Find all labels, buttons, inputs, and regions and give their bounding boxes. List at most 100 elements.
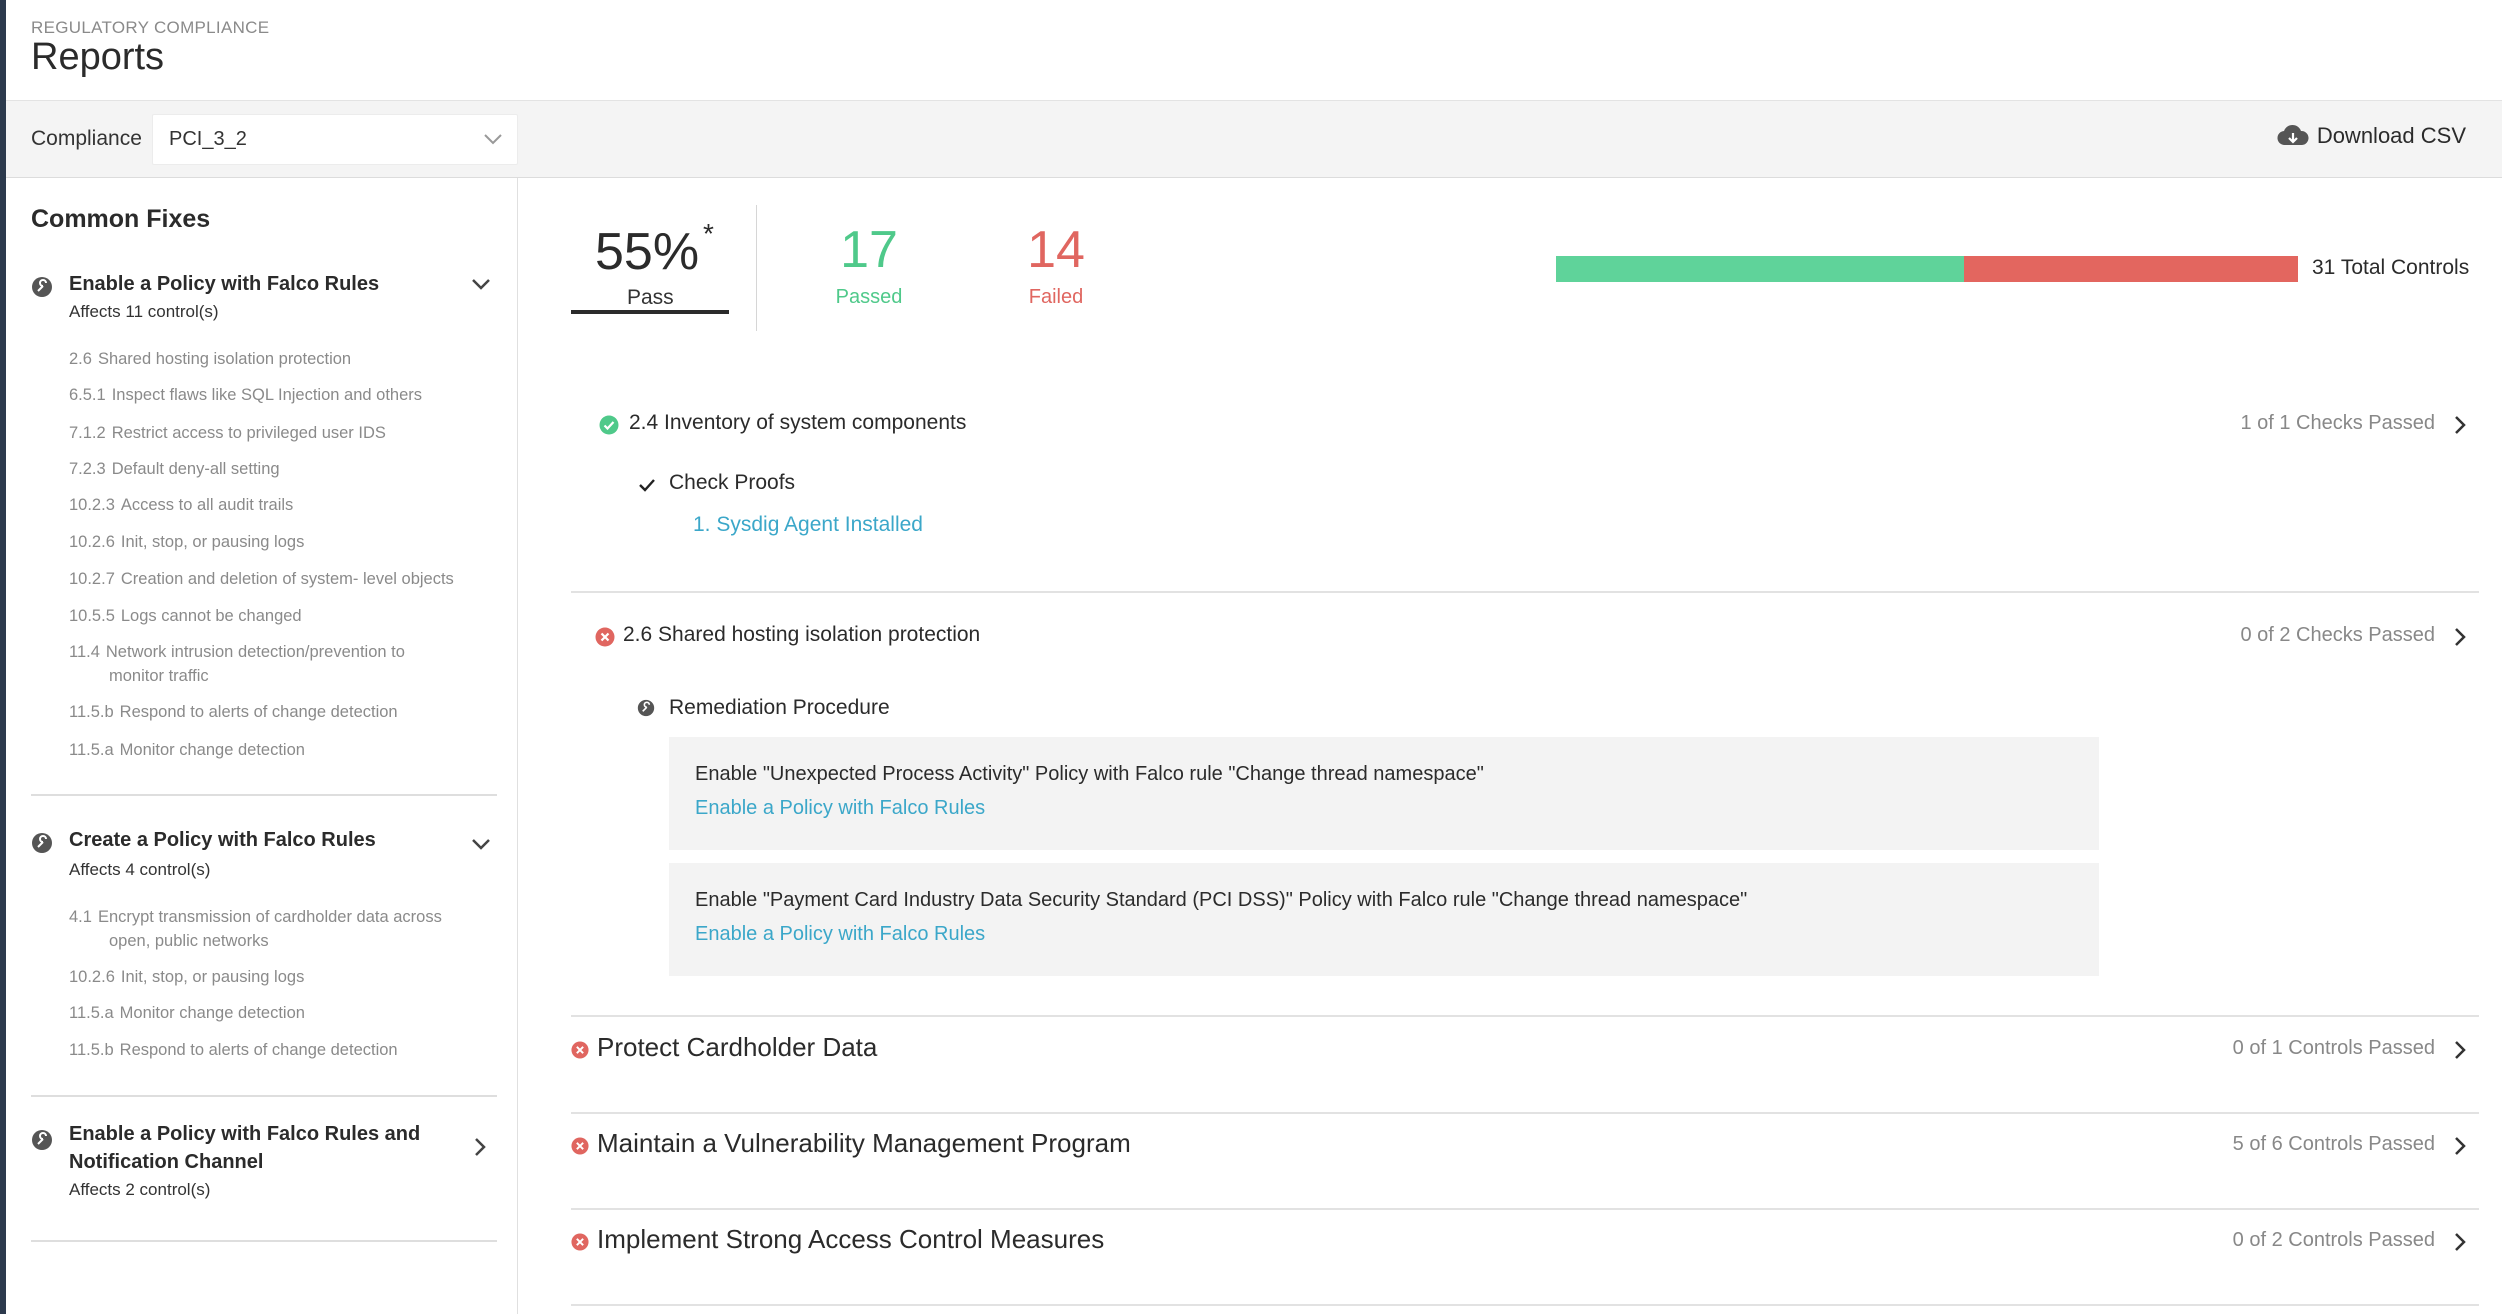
remediation-procedure-label: Remediation Procedure <box>669 696 890 719</box>
chevron-right-icon[interactable] <box>2453 1231 2467 1253</box>
chevron-right-icon[interactable] <box>2453 1135 2467 1157</box>
fix-name[interactable]: Enable a Policy with Falco Rules <box>69 270 379 298</box>
group-status: 5 of 6 Controls Passed <box>2232 1133 2435 1155</box>
x-circle-icon <box>571 1041 589 1059</box>
page-header: REGULATORY COMPLIANCE Reports <box>6 0 2502 101</box>
control-name: 2.6 Shared hosting isolation protection <box>623 623 981 646</box>
control-row-2-4[interactable]: 2.4 Inventory of system components 1 of … <box>571 410 2479 440</box>
chevron-down-icon <box>484 134 502 145</box>
check-proofs-label: Check Proofs <box>669 471 796 494</box>
download-csv-label: Download CSV <box>2316 123 2466 148</box>
page-title: Reports <box>31 36 165 78</box>
wrench-icon <box>32 833 52 853</box>
remediation-link[interactable]: Enable a Policy with Falco Rules <box>695 797 985 820</box>
fix-affects: Affects 11 control(s) <box>69 302 219 321</box>
summary-separator <box>756 205 757 331</box>
page-eyebrow: REGULATORY COMPLIANCE <box>31 18 270 37</box>
sidebar-title: Common Fixes <box>31 205 211 233</box>
group-divider <box>571 1112 2479 1114</box>
group-row[interactable]: Maintain a Vulnerability Management Prog… <box>571 1115 2479 1175</box>
control-divider <box>571 1015 2479 1017</box>
wrench-icon <box>637 699 655 717</box>
remediation-link[interactable]: Enable a Policy with Falco Rules <box>695 923 985 946</box>
fix-control-item[interactable]: 10.2.6 Init, stop, or pausing logs <box>69 965 479 989</box>
filter-bar: Compliance PCI_3_2 Download CSV <box>6 101 2502 178</box>
compliance-select[interactable]: PCI_3_2 <box>152 114 518 165</box>
group-name: Protect Cardholder Data <box>597 1032 878 1062</box>
failed-label: Failed <box>1028 286 1084 308</box>
fix-control-item[interactable]: 10.5.5 Logs cannot be changed <box>69 604 479 628</box>
check-icon <box>639 479 655 492</box>
fix-control-item[interactable]: 11.5.b Respond to alerts of change detect… <box>69 700 479 724</box>
group-status: 0 of 2 Controls Passed <box>2232 1229 2435 1251</box>
fix-control-item[interactable]: 10.2.7 Creation and deletion of system- l… <box>69 567 479 591</box>
remediation-box: Enable "Unexpected Process Activity" Pol… <box>669 737 2099 850</box>
common-fixes-sidebar: Common Fixes Enable a Policy with Falco … <box>6 178 518 1314</box>
fix-affects: Affects 2 control(s) <box>69 1180 211 1199</box>
fix-control-item[interactable]: 10.2.3 Access to all audit trails <box>69 493 479 517</box>
control-name: 2.4 Inventory of system components <box>629 411 967 434</box>
pass-percentage: 55% <box>595 223 700 281</box>
fix-control-item[interactable]: 10.2.6 Init, stop, or pausing logs <box>69 530 479 554</box>
pass-fail-bar <box>1556 256 2298 282</box>
check-proof-link[interactable]: 1. Sysdig Agent Installed <box>693 513 923 537</box>
sidebar-divider <box>31 1095 497 1097</box>
control-row-2-6[interactable]: 2.6 Shared hosting isolation protection … <box>571 622 2479 652</box>
fix-control-item[interactable]: 11.5.a Monitor change detection <box>69 738 479 762</box>
group-row[interactable]: Protect Cardholder Data 0 of 1 Controls … <box>571 1019 2479 1079</box>
compliance-label: Compliance <box>31 127 142 150</box>
group-name: Maintain a Vulnerability Management Prog… <box>597 1128 1131 1158</box>
remediation-text: Enable "Payment Card Industry Data Secur… <box>695 889 1748 911</box>
control-checks-status: 1 of 1 Checks Passed <box>2240 412 2435 434</box>
pass-asterisk: * <box>703 218 714 249</box>
remediation-box: Enable "Payment Card Industry Data Secur… <box>669 863 2099 976</box>
failed-stat[interactable]: 14 Failed <box>996 222 1116 309</box>
fail-bar-segment <box>1964 256 2298 282</box>
fix-control-item[interactable]: 6.5.1 Inspect flaws like SQL Injection an… <box>69 383 479 407</box>
fix-control-item[interactable]: 11.5.b Respond to alerts of change detect… <box>69 1038 479 1062</box>
x-circle-icon <box>595 627 615 647</box>
chevron-down-icon[interactable] <box>469 834 493 854</box>
total-controls: 31 Total Controls <box>2312 256 2470 279</box>
fix-control-item[interactable]: 4.1 Encrypt transmission of cardholder da… <box>69 905 479 953</box>
fix-affects: Affects 4 control(s) <box>69 860 211 879</box>
wrench-icon <box>32 1130 52 1150</box>
group-status: 0 of 1 Controls Passed <box>2232 1037 2435 1059</box>
fix-control-item[interactable]: 7.1.2 Restrict access to privileged user … <box>69 421 479 445</box>
check-circle-icon <box>599 415 619 435</box>
x-circle-icon <box>571 1137 589 1155</box>
group-divider <box>571 1304 2479 1306</box>
passed-count: 17 <box>840 221 898 279</box>
sidebar-divider <box>31 1240 497 1242</box>
chevron-down-icon[interactable] <box>469 274 493 294</box>
group-name: Implement Strong Access Control Measures <box>597 1224 1105 1254</box>
remediation-text: Enable "Unexpected Process Activity" Pol… <box>695 763 1484 785</box>
control-checks-status: 0 of 2 Checks Passed <box>2240 624 2435 646</box>
fix-name[interactable]: Create a Policy with Falco Rules <box>69 826 376 854</box>
chevron-right-icon[interactable] <box>2453 414 2467 436</box>
fix-name[interactable]: Enable a Policy with Falco Rules and Noti… <box>69 1120 420 1176</box>
wrench-icon <box>32 277 52 297</box>
chevron-right-icon[interactable] <box>473 1136 487 1158</box>
passed-label: Passed <box>835 286 903 308</box>
x-circle-icon <box>571 1233 589 1251</box>
pass-bar-segment <box>1556 256 1965 282</box>
control-divider <box>571 591 2479 593</box>
compliance-select-value: PCI_3_2 <box>169 128 247 150</box>
pass-score-tab[interactable]: 55% * Pass <box>571 218 729 314</box>
chevron-right-icon[interactable] <box>2453 626 2467 648</box>
download-csv-button[interactable]: Download CSV <box>2277 123 2466 149</box>
group-row[interactable]: Implement Strong Access Control Measures… <box>571 1211 2479 1271</box>
sidebar-divider <box>31 794 497 796</box>
fix-control-item[interactable]: 2.6 Shared hosting isolation protection <box>69 347 479 371</box>
failed-count: 14 <box>1027 221 1085 279</box>
cloud-download-icon <box>2277 124 2309 146</box>
fix-control-item[interactable]: 11.4 Network intrusion detection/preventi… <box>69 640 479 688</box>
passed-stat[interactable]: 17 Passed <box>809 222 929 309</box>
fix-control-item[interactable]: 11.5.a Monitor change detection <box>69 1001 479 1025</box>
group-divider <box>571 1208 2479 1210</box>
chevron-right-icon[interactable] <box>2453 1039 2467 1061</box>
fix-control-item[interactable]: 7.2.3 Default deny-all setting <box>69 457 479 481</box>
report-main: 55% * Pass 17 Passed 14 Failed 31 Total … <box>519 178 2502 1314</box>
pass-label: Pass <box>627 286 674 309</box>
